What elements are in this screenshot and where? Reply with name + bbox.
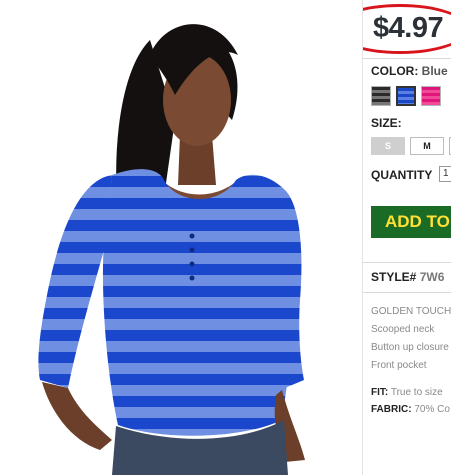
description-line: Scooped neck [371,324,435,335]
style-value: 7W6 [419,270,445,284]
product-image[interactable] [0,0,362,475]
divider [363,262,451,263]
selected-color: Blue [421,64,448,78]
divider [363,58,451,59]
swatch-black-stripe[interactable] [371,86,391,106]
fabric-row: FABRIC: 70% Co [371,404,450,415]
color-label: COLOR: [371,64,419,78]
fit-value: True to size [390,387,443,398]
product-price: $4.97 [373,12,444,44]
add-to-cart-button[interactable]: ADD TO [371,206,451,238]
fabric-label: FABRIC: [371,404,412,415]
quantity-input[interactable]: 1 [439,166,451,182]
model-figure [38,24,305,475]
style-number-row: STYLE# 7W6 [371,270,444,284]
fit-label: FIT: [371,387,389,398]
size-button-s[interactable]: S [371,137,405,155]
description-line: GOLDEN TOUCH [371,306,451,317]
divider [363,292,451,293]
size-button-m[interactable]: M [410,137,444,155]
description-line: Button up closure [371,342,449,353]
fabric-value: 70% Co [414,404,450,415]
description-line: Front pocket [371,360,427,371]
fit-row: FIT: True to size [371,387,443,398]
quantity-label: QUANTITY [371,168,433,182]
swatch-blue-stripe[interactable] [396,86,416,106]
product-options-panel: $4.97 COLOR: Blue SIZE: S M QUANTITY 1 A… [363,0,451,475]
swatch-pink-stripe[interactable] [421,86,441,106]
size-label: SIZE: [371,116,402,130]
style-label: STYLE# [371,270,417,284]
color-label-row: COLOR: Blue [371,64,448,78]
